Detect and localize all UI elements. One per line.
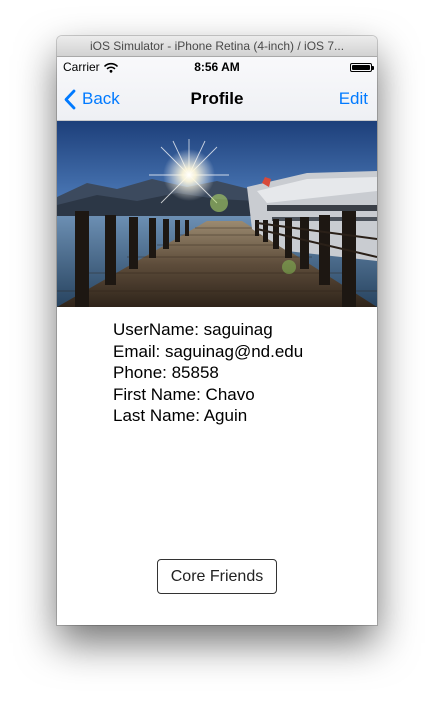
battery-icon: [350, 63, 374, 72]
simulator-window: iOS Simulator - iPhone Retina (4-inch) /…: [57, 36, 377, 625]
phone-text: Phone: 85858: [113, 363, 219, 382]
first-name-text: First Name: Chavo: [113, 384, 255, 404]
username-text: UserName: saguinag: [113, 320, 273, 339]
window-title: iOS Simulator - iPhone Retina (4-inch) /…: [57, 36, 377, 57]
battery-fill: [352, 65, 370, 70]
profile-photo: [57, 121, 377, 307]
email-text: Email: saguinag@nd.edu: [113, 341, 304, 361]
pier-sunset-photo: [57, 121, 377, 307]
back-button[interactable]: Back: [63, 77, 120, 121]
desktop-background: iOS Simulator - iPhone Retina (4-inch) /…: [0, 0, 434, 704]
status-bar: Carrier 8:56 AM: [57, 57, 377, 77]
profile-details: UserName: saguinag Email: saguinag@nd.ed…: [113, 319, 303, 427]
back-button-label: Back: [82, 89, 120, 108]
status-time: 8:56 AM: [194, 60, 240, 74]
last-name-text: Last Name: Aguin: [113, 406, 248, 425]
navigation-bar: Back Profile Edit: [57, 77, 377, 121]
chevron-left-icon: [64, 89, 76, 109]
device-screen: Carrier 8:56 AM Back Profile Edit UserNa…: [57, 57, 377, 625]
battery-tip: [372, 66, 374, 70]
edit-button[interactable]: Edit: [339, 77, 368, 121]
core-friends-button[interactable]: Core Friends: [157, 559, 277, 594]
